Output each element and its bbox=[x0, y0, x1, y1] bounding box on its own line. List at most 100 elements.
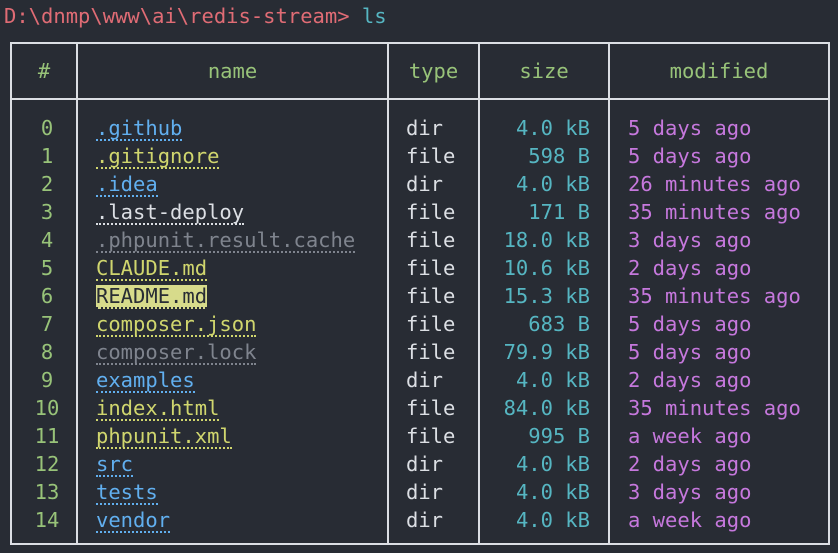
table-row: 3 .last-deploy file 171 B 35 minutes ago bbox=[12, 198, 828, 226]
row-size: 4.0 kB bbox=[515, 508, 590, 532]
row-index: 8 bbox=[40, 340, 54, 364]
header-index: # bbox=[37, 59, 51, 83]
row-type: dir bbox=[406, 172, 444, 196]
row-modified: 5 days ago bbox=[628, 116, 752, 140]
file-link[interactable]: .idea bbox=[96, 173, 158, 197]
file-link[interactable]: .github bbox=[96, 117, 183, 141]
file-link[interactable]: composer.lock bbox=[96, 341, 257, 365]
table-row: 11 phpunit.xml file 995 B a week ago bbox=[12, 422, 828, 450]
row-name[interactable]: examples bbox=[96, 366, 195, 394]
row-type: file bbox=[406, 312, 456, 336]
prompt-path: D:\dnmp\www\ai\redis-stream> bbox=[4, 4, 350, 28]
row-modified: 35 minutes ago bbox=[628, 396, 801, 420]
row-type: file bbox=[406, 424, 456, 448]
row-modified: 35 minutes ago bbox=[628, 200, 801, 224]
header-name: name bbox=[207, 59, 258, 83]
row-name[interactable]: phpunit.xml bbox=[96, 422, 232, 450]
table-row: 9 examples dir 4.0 kB 2 days ago bbox=[12, 366, 828, 394]
row-name[interactable]: CLAUDE.md bbox=[96, 254, 208, 282]
row-index: 7 bbox=[40, 312, 54, 336]
prompt-command: ls bbox=[361, 4, 387, 28]
row-modified: 5 days ago bbox=[628, 312, 752, 336]
row-size: 4.0 kB bbox=[515, 116, 590, 140]
row-index: 5 bbox=[40, 256, 54, 280]
row-index: 2 bbox=[40, 172, 54, 196]
row-index: 10 bbox=[34, 396, 60, 420]
row-type: file bbox=[406, 256, 456, 280]
row-index: 1 bbox=[40, 144, 54, 168]
table-row: 2 .idea dir 4.0 kB 26 minutes ago bbox=[12, 170, 828, 198]
row-type: file bbox=[406, 284, 456, 308]
row-size: 4.0 kB bbox=[515, 368, 590, 392]
row-index: 13 bbox=[34, 480, 60, 504]
row-name[interactable]: README.md bbox=[96, 282, 208, 310]
row-modified: 5 days ago bbox=[628, 340, 752, 364]
shell-prompt: D:\dnmp\www\ai\redis-stream> ls bbox=[4, 2, 387, 30]
file-link[interactable]: examples bbox=[96, 369, 195, 393]
table-row: 12 src dir 4.0 kB 2 days ago bbox=[12, 450, 828, 478]
row-size: 683 B bbox=[528, 312, 590, 336]
row-name[interactable]: vendor bbox=[96, 506, 171, 534]
row-modified: 26 minutes ago bbox=[628, 172, 801, 196]
row-name[interactable]: src bbox=[96, 450, 134, 478]
row-name[interactable]: .phpunit.result.cache bbox=[96, 226, 356, 254]
file-link[interactable]: .phpunit.result.cache bbox=[96, 229, 356, 253]
file-link[interactable]: .gitignore bbox=[96, 145, 220, 169]
header-type: type bbox=[408, 59, 459, 83]
header-size: size bbox=[519, 59, 569, 83]
row-name[interactable]: composer.json bbox=[96, 310, 257, 338]
row-size: 84.0 kB bbox=[503, 396, 590, 420]
row-size: 79.9 kB bbox=[503, 340, 590, 364]
table-row: 13 tests dir 4.0 kB 3 days ago bbox=[12, 478, 828, 506]
file-link[interactable]: phpunit.xml bbox=[96, 425, 232, 449]
row-modified: 2 days ago bbox=[628, 452, 752, 476]
file-link[interactable]: CLAUDE.md bbox=[96, 257, 208, 281]
row-type: dir bbox=[406, 508, 444, 532]
header-divider bbox=[12, 98, 828, 100]
row-size: 995 B bbox=[528, 424, 590, 448]
file-link[interactable]: .last-deploy bbox=[96, 201, 245, 225]
row-type: file bbox=[406, 228, 456, 252]
file-link[interactable]: index.html bbox=[96, 397, 220, 421]
table-row: 0 .github dir 4.0 kB 5 days ago bbox=[12, 114, 828, 142]
file-link[interactable]: README.md bbox=[96, 285, 208, 309]
row-index: 14 bbox=[34, 508, 60, 532]
row-name[interactable]: .gitignore bbox=[96, 142, 220, 170]
header-modified: modified bbox=[669, 59, 769, 83]
row-size: 171 B bbox=[528, 200, 590, 224]
row-modified: 35 minutes ago bbox=[628, 284, 801, 308]
row-modified: 2 days ago bbox=[628, 368, 752, 392]
row-type: dir bbox=[406, 480, 444, 504]
row-name[interactable]: .last-deploy bbox=[96, 198, 245, 226]
file-link[interactable]: src bbox=[96, 453, 134, 477]
table-row: 8 composer.lock file 79.9 kB 5 days ago bbox=[12, 338, 828, 366]
row-index: 9 bbox=[40, 368, 54, 392]
row-index: 4 bbox=[40, 228, 54, 252]
row-name[interactable]: .github bbox=[96, 114, 183, 142]
row-type: file bbox=[406, 396, 456, 420]
row-name[interactable]: composer.lock bbox=[96, 338, 257, 366]
table-row: 14 vendor dir 4.0 kB a week ago bbox=[12, 506, 828, 534]
row-name[interactable]: index.html bbox=[96, 394, 220, 422]
row-modified: 3 days ago bbox=[628, 228, 752, 252]
row-type: file bbox=[406, 144, 456, 168]
row-type: dir bbox=[406, 368, 444, 392]
file-link[interactable]: vendor bbox=[96, 509, 171, 533]
table-row: 1 .gitignore file 598 B 5 days ago bbox=[12, 142, 828, 170]
row-size: 18.0 kB bbox=[503, 228, 590, 252]
row-modified: 3 days ago bbox=[628, 480, 752, 504]
row-index: 3 bbox=[40, 200, 54, 224]
row-modified: 2 days ago bbox=[628, 256, 752, 280]
row-index: 11 bbox=[34, 424, 60, 448]
row-name[interactable]: tests bbox=[96, 478, 158, 506]
row-type: file bbox=[406, 200, 456, 224]
table-row: 7 composer.json file 683 B 5 days ago bbox=[12, 310, 828, 338]
row-name[interactable]: .idea bbox=[96, 170, 158, 198]
row-size: 4.0 kB bbox=[515, 452, 590, 476]
ls-table: # name type size modified 0 .github dir 4.0… bbox=[10, 42, 830, 545]
file-link[interactable]: tests bbox=[96, 481, 158, 505]
row-index: 0 bbox=[40, 116, 54, 140]
row-size: 10.6 kB bbox=[503, 256, 590, 280]
row-index: 6 bbox=[40, 284, 54, 308]
file-link[interactable]: composer.json bbox=[96, 313, 257, 337]
